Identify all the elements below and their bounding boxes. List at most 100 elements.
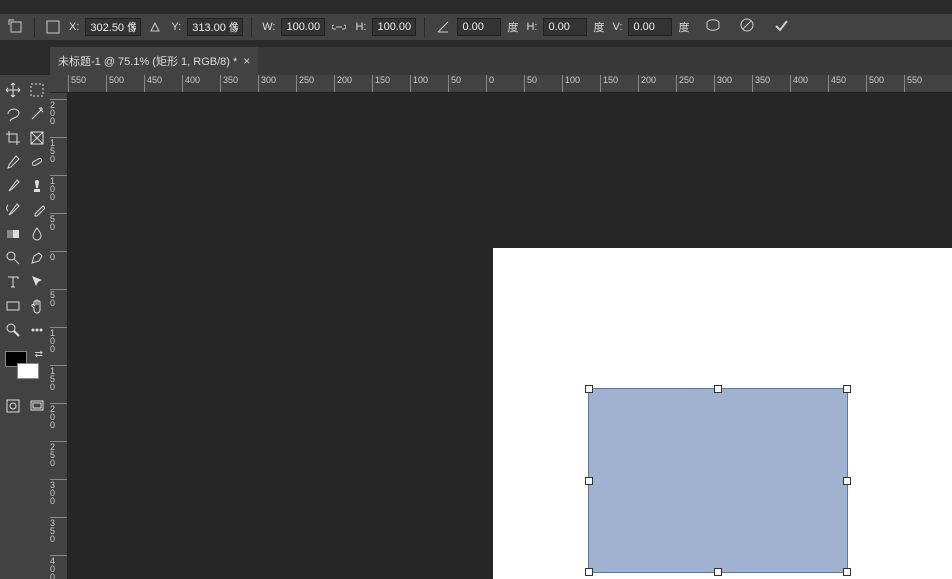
swap-colors-icon[interactable]: ⇄ xyxy=(35,349,43,360)
angle-icon xyxy=(433,17,453,37)
ruler-v-tick: 300 xyxy=(50,479,67,505)
blur-tool-icon[interactable] xyxy=(28,225,46,243)
ruler-h-tick: 400 xyxy=(790,75,808,92)
ruler-h-tick: 100 xyxy=(562,75,580,92)
handle-bottom-left[interactable] xyxy=(585,568,593,576)
ruler-h-tick: 350 xyxy=(752,75,770,92)
ruler-v-tick: 400 xyxy=(50,555,67,579)
ruler-h-tick: 150 xyxy=(372,75,390,92)
close-icon[interactable]: × xyxy=(243,54,250,68)
ruler-h-tick: 250 xyxy=(296,75,314,92)
ruler-v-tick: 200 xyxy=(50,99,67,125)
eyedropper-tool-icon[interactable] xyxy=(4,153,22,171)
handle-bottom-middle[interactable] xyxy=(714,568,722,576)
ruler-h-tick: 300 xyxy=(258,75,276,92)
lasso-tool-icon[interactable] xyxy=(4,105,22,123)
ruler-h-tick: 350 xyxy=(220,75,238,92)
x-label: X: xyxy=(69,21,79,33)
ruler-v-tick: 150 xyxy=(50,137,67,163)
stamp-tool-icon[interactable] xyxy=(28,177,46,195)
h-input[interactable] xyxy=(372,18,416,36)
handle-middle-left[interactable] xyxy=(585,477,593,485)
w-label: W: xyxy=(262,21,275,33)
reference-point-icon[interactable] xyxy=(43,17,63,37)
tool-panel: ⇄ xyxy=(0,75,50,579)
ruler-v-tick: 250 xyxy=(50,441,67,467)
h2-unit: 度 xyxy=(593,19,604,35)
crop-tool-icon[interactable] xyxy=(4,129,22,147)
h2-input[interactable] xyxy=(543,18,587,36)
history-brush-tool-icon[interactable] xyxy=(4,201,22,219)
ruler-h-tick: 200 xyxy=(638,75,656,92)
ruler-v-tick: 100 xyxy=(50,175,67,201)
handle-middle-right[interactable] xyxy=(843,477,851,485)
canvas-area[interactable] xyxy=(68,93,952,579)
heal-tool-icon[interactable] xyxy=(28,153,46,171)
delta-icon[interactable] xyxy=(145,17,165,37)
background-swatch[interactable] xyxy=(17,363,39,379)
ruler-h-tick: 250 xyxy=(676,75,694,92)
type-tool-icon[interactable] xyxy=(4,273,22,291)
ruler-h-tick: 50 xyxy=(448,75,461,92)
y-input[interactable] xyxy=(187,18,243,36)
shape-rectangle[interactable] xyxy=(588,388,848,573)
options-bar: X: Y: W: H: 度 H: 度 V: 度 xyxy=(0,14,952,40)
color-swatches[interactable]: ⇄ xyxy=(5,351,45,391)
eraser-tool-icon[interactable] xyxy=(28,201,46,219)
v-input[interactable] xyxy=(628,18,672,36)
handle-top-middle[interactable] xyxy=(714,385,722,393)
frame-tool-icon[interactable] xyxy=(28,129,46,147)
v-label: V: xyxy=(612,21,622,33)
ruler-vertical[interactable]: 20015010050050100150200250300350400 xyxy=(50,93,68,579)
ruler-h-tick: 100 xyxy=(410,75,428,92)
ruler-h-tick: 0 xyxy=(486,75,494,92)
angle-unit: 度 xyxy=(507,19,518,35)
ruler-h-tick: 300 xyxy=(714,75,732,92)
ruler-v-tick: 150 xyxy=(50,365,67,391)
handle-bottom-right[interactable] xyxy=(843,568,851,576)
screenmode-icon[interactable] xyxy=(28,397,46,415)
ruler-v-tick: 0 xyxy=(50,251,67,261)
move-tool-icon[interactable] xyxy=(4,81,22,99)
ruler-h-tick: 450 xyxy=(144,75,162,92)
rectangle-tool-icon[interactable] xyxy=(4,297,22,315)
ruler-h-tick: 550 xyxy=(904,75,922,92)
cancel-icon[interactable] xyxy=(739,17,755,38)
ruler-h-tick: 50 xyxy=(524,75,537,92)
x-input[interactable] xyxy=(85,18,141,36)
more-tool-icon[interactable] xyxy=(28,321,46,339)
angle-input[interactable] xyxy=(457,18,501,36)
ruler-h-tick: 450 xyxy=(828,75,846,92)
handle-top-left[interactable] xyxy=(585,385,593,393)
brush-tool-icon[interactable] xyxy=(4,177,22,195)
h2-label: H: xyxy=(526,21,537,33)
ruler-h-tick: 400 xyxy=(182,75,200,92)
ruler-v-tick: 50 xyxy=(50,289,67,307)
handle-top-right[interactable] xyxy=(843,385,851,393)
pen-tool-icon[interactable] xyxy=(28,249,46,267)
ruler-h-tick: 150 xyxy=(600,75,618,92)
zoom-tool-icon[interactable] xyxy=(4,321,22,339)
tab-title: 未标题-1 @ 75.1% (矩形 1, RGB/8) * xyxy=(58,53,237,69)
w-input[interactable] xyxy=(281,18,325,36)
ruler-v-tick: 100 xyxy=(50,327,67,353)
ruler-v-tick: 200 xyxy=(50,403,67,429)
path-select-tool-icon[interactable] xyxy=(28,273,46,291)
hand-tool-icon[interactable] xyxy=(28,297,46,315)
marquee-tool-icon[interactable] xyxy=(28,81,46,99)
dodge-tool-icon[interactable] xyxy=(4,249,22,267)
ruler-h-tick: 500 xyxy=(106,75,124,92)
ruler-h-tick: 550 xyxy=(68,75,86,92)
v-unit: 度 xyxy=(678,19,689,35)
wand-tool-icon[interactable] xyxy=(28,105,46,123)
warp-icon[interactable] xyxy=(705,18,721,37)
ruler-h-tick: 500 xyxy=(866,75,884,92)
quickmask-icon[interactable] xyxy=(4,397,22,415)
transform-preset-icon[interactable] xyxy=(6,17,26,37)
commit-icon[interactable] xyxy=(773,17,789,38)
link-icon[interactable] xyxy=(329,17,349,37)
document-tab[interactable]: 未标题-1 @ 75.1% (矩形 1, RGB/8) * × xyxy=(50,47,258,75)
ruler-horizontal[interactable]: 5505004504003503002502001501005005010015… xyxy=(50,75,952,93)
tab-bar: 未标题-1 @ 75.1% (矩形 1, RGB/8) * × xyxy=(50,47,952,75)
gradient-tool-icon[interactable] xyxy=(4,225,22,243)
